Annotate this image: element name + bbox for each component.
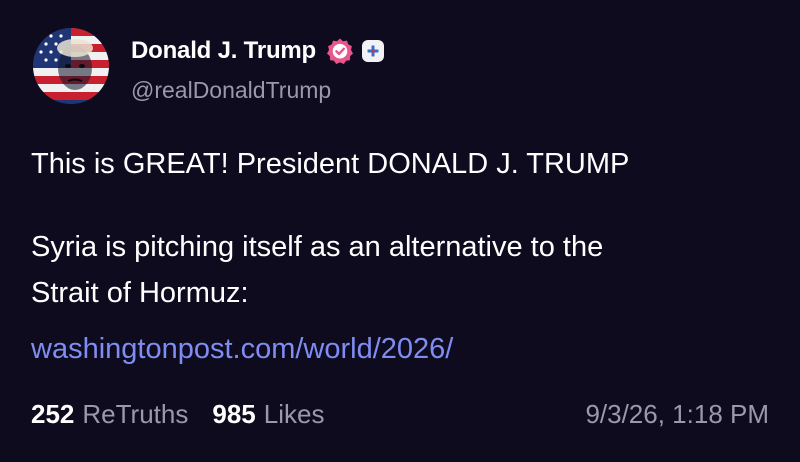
post-text-line: Strait of Hormuz:	[31, 277, 249, 309]
likes-label: Likes	[263, 399, 325, 429]
author-row: Donald J. Trump	[131, 36, 385, 66]
likes-count: 985	[212, 399, 256, 429]
avatar[interactable]	[33, 28, 109, 104]
plus-icon[interactable]	[362, 40, 385, 62]
post-timestamp[interactable]: 9/3/26, 1:18 PM	[585, 394, 769, 434]
likes-stat[interactable]: 985 Likes	[212, 394, 324, 434]
post-stats: 252 ReTruths 985 Likes	[31, 394, 324, 434]
post-card: Donald J. Trump @realDonaldTrump This is…	[0, 0, 800, 462]
verified-badge-icon	[326, 37, 354, 65]
author-display-name[interactable]: Donald J. Trump	[131, 37, 316, 65]
retruths-count: 252	[31, 399, 75, 429]
post-text-line: Syria is pitching itself as an alternati…	[31, 231, 604, 263]
post-link[interactable]: washingtonpost.com/world/2026/	[31, 326, 453, 372]
post-text-line: This is GREAT! President DONALD J. TRUMP	[31, 148, 630, 180]
flag-portrait-avatar-icon	[33, 28, 109, 104]
retruths-stat[interactable]: 252 ReTruths	[31, 394, 188, 434]
author-handle[interactable]: @realDonaldTrump	[131, 77, 331, 104]
retruths-label: ReTruths	[82, 399, 189, 429]
